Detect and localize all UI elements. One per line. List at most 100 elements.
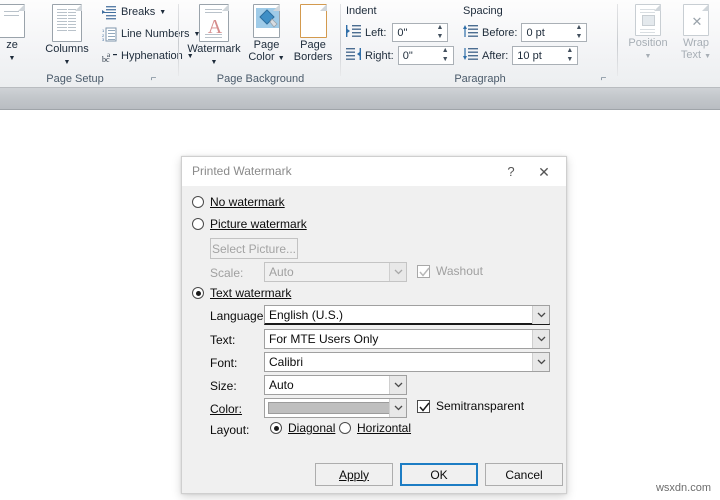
radio-layout-diagonal[interactable]: Diagonal: [270, 421, 335, 435]
page-watermark: wsxdn.com: [656, 482, 711, 494]
page-borders-label-2: Borders: [294, 51, 333, 63]
spacing-after-icon: [463, 48, 478, 64]
position-icon: [635, 4, 661, 36]
line-numbers-icon: 1 2 3: [102, 27, 117, 42]
hyphenation-button[interactable]: bc a Hyphenation ▼: [102, 46, 194, 66]
indent-left-input[interactable]: 0" ▲▼: [392, 23, 448, 42]
spacing-after-stepper[interactable]: ▲▼: [565, 48, 574, 63]
chevron-down-icon[interactable]: [389, 376, 406, 394]
radio-layout-horizontal[interactable]: Horizontal: [339, 421, 411, 435]
apply-label: Apply: [339, 468, 369, 482]
chevron-down-icon[interactable]: ▼: [211, 59, 218, 66]
help-icon[interactable]: ?: [500, 161, 522, 183]
hyphenation-label: Hyphenation: [121, 50, 183, 62]
page-borders-button[interactable]: Page Borders: [289, 2, 337, 63]
chevron-down-icon[interactable]: [389, 263, 406, 281]
chevron-down-icon[interactable]: ▼: [704, 53, 711, 60]
ribbon-group-page-setup: ze ▼ Columns ▼: [0, 0, 175, 87]
page-size-label: ze: [0, 40, 36, 52]
radio-no-watermark-label: No watermark: [210, 195, 285, 209]
radio-layout-diagonal-indicator[interactable]: [270, 422, 282, 434]
indent-left-value: 0": [393, 27, 410, 39]
scale-combobox[interactable]: Auto: [264, 262, 407, 282]
color-combobox[interactable]: [264, 398, 407, 418]
spacing-before-icon: [463, 25, 478, 41]
semitransparent-checkbox-row[interactable]: Semitransparent: [417, 399, 524, 413]
close-icon[interactable]: ✕: [530, 161, 558, 183]
radio-no-watermark[interactable]: No watermark: [192, 195, 285, 209]
spacing-after-row: After: 10 pt ▲▼: [463, 46, 578, 65]
chevron-down-icon[interactable]: ▼: [159, 9, 166, 16]
wrap-text-icon: ✕: [683, 4, 709, 36]
group-divider: [340, 4, 341, 76]
columns-label: Columns: [38, 44, 96, 56]
spacing-before-stepper[interactable]: ▲▼: [574, 25, 583, 40]
ribbon: ze ▼ Columns ▼: [0, 0, 720, 88]
indent-left-stepper[interactable]: ▲▼: [435, 25, 444, 40]
text-combobox[interactable]: For MTE Users Only: [264, 329, 550, 349]
indent-right-value: 0": [399, 50, 416, 62]
paragraph-dialog-launcher-icon[interactable]: ⌐: [598, 73, 609, 84]
indent-left-label: Left:: [365, 27, 386, 39]
wrap-text-button[interactable]: ✕ Wrap Text ▼: [674, 2, 718, 61]
select-picture-button[interactable]: Select Picture...: [210, 238, 298, 259]
line-numbers-label: Line Numbers: [121, 28, 189, 40]
spacing-after-input[interactable]: 10 pt ▲▼: [512, 46, 578, 65]
indent-left-row: Left: 0" ▲▼: [346, 23, 448, 42]
page-size-button[interactable]: ze ▼: [0, 2, 36, 63]
radio-text-watermark-indicator[interactable]: [192, 287, 204, 299]
ribbon-group-arrange: Position ▼ ✕ Wrap Text ▼: [620, 0, 720, 87]
font-combobox[interactable]: Calibri: [264, 352, 550, 372]
semitransparent-label: Semitransparent: [436, 399, 524, 413]
size-value: Auto: [265, 378, 294, 392]
chevron-down-icon[interactable]: ▼: [278, 55, 285, 62]
apply-button[interactable]: Apply: [315, 463, 393, 486]
ok-button[interactable]: OK: [400, 463, 478, 486]
cancel-button[interactable]: Cancel: [485, 463, 563, 486]
spacing-before-value: 0 pt: [522, 27, 547, 39]
size-combobox[interactable]: Auto: [264, 375, 407, 395]
radio-layout-horizontal-indicator[interactable]: [339, 422, 351, 434]
radio-picture-watermark-indicator[interactable]: [192, 218, 204, 230]
washout-checkbox[interactable]: [417, 265, 430, 278]
language-label: Language:: [210, 309, 267, 323]
radio-text-watermark-label: Text watermark: [210, 286, 291, 300]
watermark-icon: A: [199, 4, 229, 42]
indent-left-icon: [346, 25, 361, 41]
page-color-label-2: Color: [248, 51, 274, 63]
page-color-button[interactable]: Page Color ▼: [244, 2, 289, 63]
chevron-down-icon[interactable]: [532, 306, 549, 324]
columns-icon: [52, 4, 82, 42]
radio-layout-horizontal-label: Horizontal: [357, 421, 411, 435]
spacing-before-label: Before:: [482, 27, 517, 39]
group-divider: [617, 4, 618, 76]
chevron-down-icon[interactable]: ▼: [64, 59, 71, 66]
breaks-button[interactable]: Breaks ▼: [102, 2, 166, 22]
radio-picture-watermark[interactable]: Picture watermark: [192, 217, 307, 231]
ribbon-group-paragraph: Indent Spacing Left: 0" ▲▼: [344, 0, 616, 87]
indent-right-row: Right: 0" ▲▼: [346, 46, 454, 65]
chevron-down-icon[interactable]: [532, 353, 549, 371]
indent-right-stepper[interactable]: ▲▼: [441, 48, 450, 63]
chevron-down-icon[interactable]: [532, 330, 549, 348]
washout-checkbox-row[interactable]: Washout: [417, 264, 483, 278]
indent-right-label: Right:: [365, 50, 394, 62]
page-borders-icon: [300, 4, 327, 38]
columns-button[interactable]: Columns ▼: [38, 2, 96, 67]
indent-right-input[interactable]: 0" ▲▼: [398, 46, 454, 65]
radio-no-watermark-indicator[interactable]: [192, 196, 204, 208]
chevron-down-icon[interactable]: [389, 399, 406, 417]
semitransparent-checkbox[interactable]: [417, 400, 430, 413]
radio-text-watermark[interactable]: Text watermark: [192, 286, 291, 300]
page-setup-dialog-launcher-icon[interactable]: ⌐: [148, 73, 159, 84]
chevron-down-icon[interactable]: ▼: [645, 53, 652, 60]
spacing-before-input[interactable]: 0 pt ▲▼: [521, 23, 587, 42]
page-color-label-1: Page: [244, 40, 289, 52]
spacing-after-value: 10 pt: [513, 50, 544, 62]
watermark-button[interactable]: A Watermark ▼: [185, 2, 243, 67]
position-button[interactable]: Position ▼: [624, 2, 672, 61]
group-title-page-setup: Page Setup: [0, 73, 170, 85]
ribbon-underbar: [0, 88, 720, 110]
chevron-down-icon[interactable]: ▼: [9, 55, 16, 62]
language-combobox[interactable]: English (U.S.): [264, 305, 550, 325]
